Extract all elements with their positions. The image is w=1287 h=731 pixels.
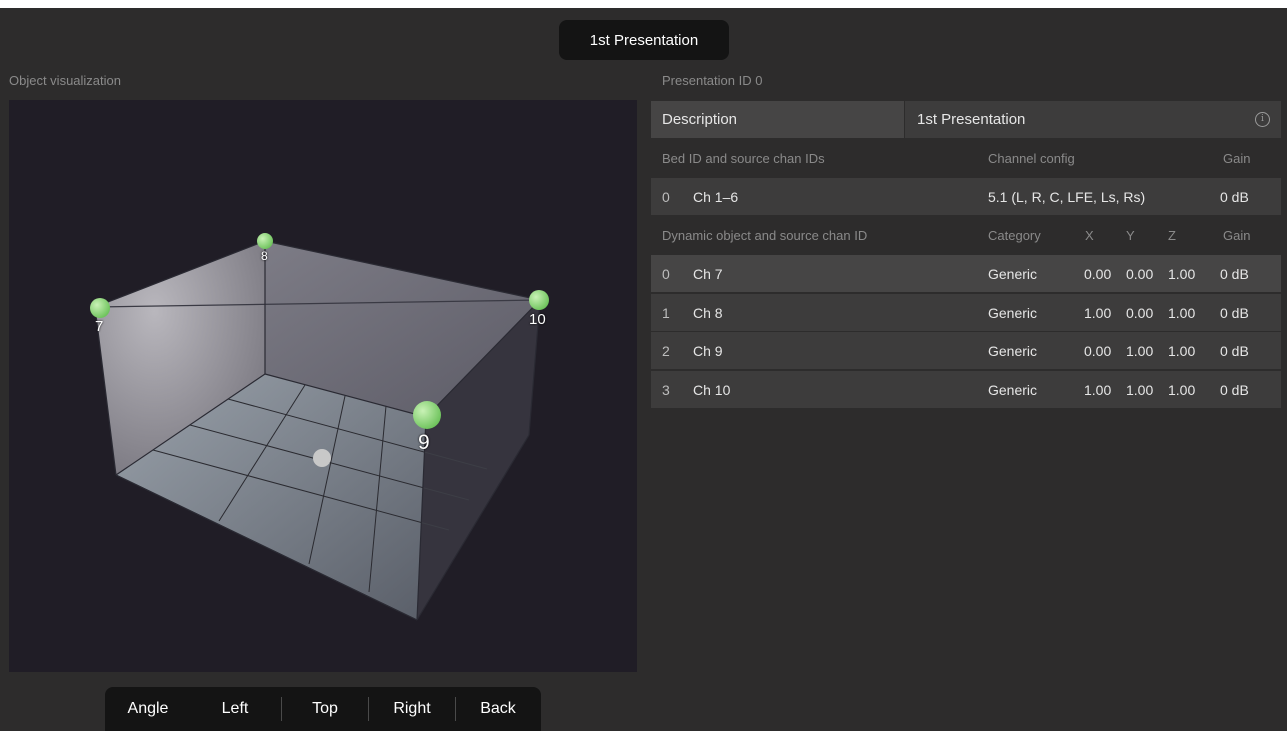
object-source: Ch 8 bbox=[693, 304, 723, 321]
object-gain: 0 dB bbox=[1220, 265, 1249, 282]
object-z: 1.00 bbox=[1168, 342, 1196, 359]
visualization-section-label: Object visualization bbox=[9, 73, 121, 88]
object-category: Generic bbox=[988, 342, 1038, 359]
view-toolbar: Angle Left Top Right Back bbox=[105, 687, 541, 731]
object-7-marker bbox=[90, 298, 110, 318]
right-view-button[interactable]: Right bbox=[369, 700, 455, 718]
object-gain: 0 dB bbox=[1220, 304, 1249, 321]
object-category: Generic bbox=[988, 265, 1038, 282]
presentation-id-label: Presentation ID 0 bbox=[662, 73, 763, 88]
object-label: 9 bbox=[418, 431, 430, 454]
object-source: Ch 9 bbox=[693, 342, 723, 359]
description-label: Description bbox=[662, 111, 738, 128]
bed-id: 0 bbox=[662, 188, 670, 205]
obj-col-category-header: Category bbox=[988, 228, 1041, 243]
object-label: 10 bbox=[529, 311, 546, 328]
object-y: 1.00 bbox=[1126, 381, 1154, 398]
bed-source: Ch 1–6 bbox=[693, 188, 739, 205]
description-value[interactable]: 1st Presentation bbox=[917, 111, 1025, 128]
object-category: Generic bbox=[988, 304, 1038, 321]
object-x: 0.00 bbox=[1084, 342, 1112, 359]
object-x: 0.00 bbox=[1084, 265, 1112, 282]
bed-gain: 0 dB bbox=[1220, 188, 1249, 205]
left-view-button[interactable]: Left bbox=[189, 700, 281, 718]
obj-col-source-header: Dynamic object and source chan ID bbox=[662, 228, 868, 243]
object-x: 1.00 bbox=[1084, 381, 1112, 398]
object-9-marker bbox=[413, 401, 441, 429]
listener-marker bbox=[313, 449, 331, 467]
object-source: Ch 10 bbox=[693, 381, 731, 398]
bed-col-gain-header: Gain bbox=[1223, 151, 1251, 166]
object-y: 0.00 bbox=[1126, 265, 1154, 282]
object-x: 1.00 bbox=[1084, 304, 1112, 321]
bed-col-config-header: Channel config bbox=[988, 151, 1075, 166]
table-row[interactable]: 0 Ch 1–6 5.1 (L, R, C, LFE, Ls, Rs) 0 dB bbox=[651, 178, 1281, 215]
object-gain: 0 dB bbox=[1220, 381, 1249, 398]
object-id: 1 bbox=[662, 304, 670, 321]
bed-config: 5.1 (L, R, C, LFE, Ls, Rs) bbox=[988, 188, 1146, 205]
object-y: 1.00 bbox=[1126, 342, 1154, 359]
window-top-edge bbox=[0, 0, 1287, 8]
object-label: 7 bbox=[95, 318, 104, 335]
table-row[interactable]: 2 Ch 9 Generic 0.00 1.00 1.00 0 dB bbox=[651, 332, 1281, 369]
top-view-button[interactable]: Top bbox=[282, 700, 368, 718]
description-value-cell[interactable]: 1st Presentation i bbox=[905, 101, 1281, 138]
bed-col-source-header: Bed ID and source chan IDs bbox=[662, 151, 825, 166]
object-10-marker bbox=[529, 290, 549, 310]
angle-view-button[interactable]: Angle bbox=[107, 700, 189, 718]
obj-col-x-header: X bbox=[1085, 228, 1094, 243]
description-label-cell: Description bbox=[651, 101, 904, 138]
back-view-button[interactable]: Back bbox=[456, 700, 540, 718]
object-id: 3 bbox=[662, 381, 670, 398]
object-table-header: Dynamic object and source chan ID Catego… bbox=[651, 217, 1281, 254]
obj-col-z-header: Z bbox=[1168, 228, 1176, 243]
object-id: 0 bbox=[662, 265, 670, 282]
object-source: Ch 7 bbox=[693, 265, 723, 282]
object-z: 1.00 bbox=[1168, 304, 1196, 321]
object-z: 1.00 bbox=[1168, 265, 1196, 282]
table-row[interactable]: 3 Ch 10 Generic 1.00 1.00 1.00 0 dB bbox=[651, 371, 1281, 408]
table-row[interactable]: 0 Ch 7 Generic 0.00 0.00 1.00 0 dB bbox=[651, 255, 1281, 292]
object-category: Generic bbox=[988, 381, 1038, 398]
bed-table-header: Bed ID and source chan IDs Channel confi… bbox=[651, 140, 1281, 177]
room-3d-render bbox=[90, 233, 549, 621]
object-gain: 0 dB bbox=[1220, 342, 1249, 359]
object-visualization-view[interactable]: 7 8 10 9 bbox=[9, 100, 637, 672]
obj-col-y-header: Y bbox=[1126, 228, 1135, 243]
object-label: 8 bbox=[261, 249, 268, 263]
object-z: 1.00 bbox=[1168, 381, 1196, 398]
presentation-tab[interactable]: 1st Presentation bbox=[559, 20, 729, 60]
object-y: 0.00 bbox=[1126, 304, 1154, 321]
object-8-marker bbox=[257, 233, 273, 249]
table-row[interactable]: 1 Ch 8 Generic 1.00 0.00 1.00 0 dB bbox=[651, 294, 1281, 331]
obj-col-gain-header: Gain bbox=[1223, 228, 1251, 243]
object-id: 2 bbox=[662, 342, 670, 359]
info-icon[interactable]: i bbox=[1255, 112, 1270, 127]
